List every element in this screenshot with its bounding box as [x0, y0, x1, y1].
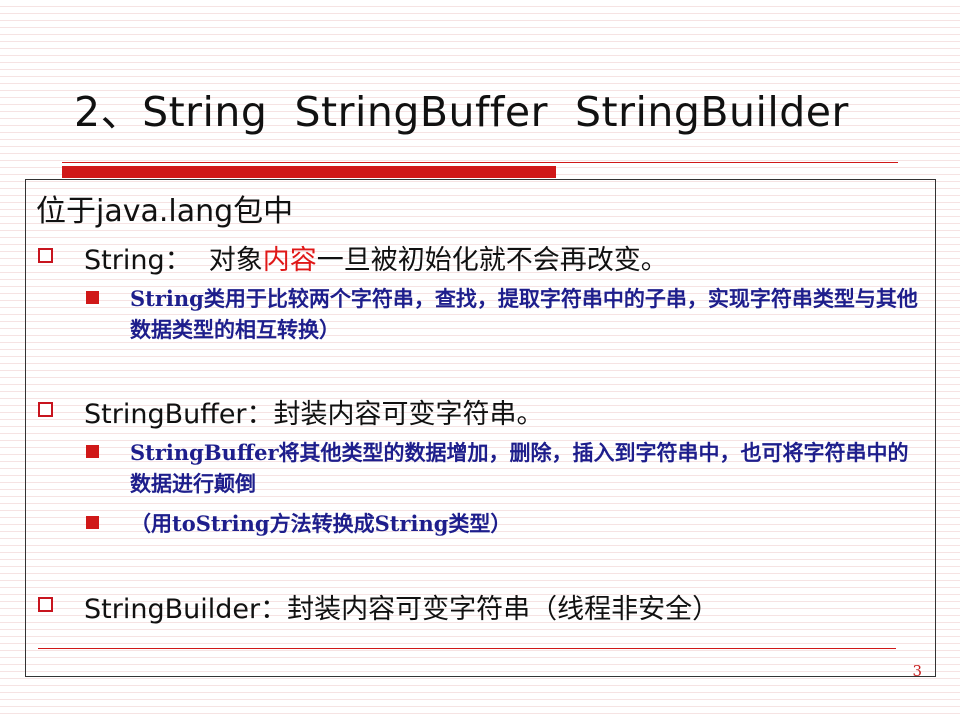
hollow-square-icon [38, 248, 53, 263]
filled-square-icon [86, 291, 99, 304]
bullet-stringbuilder-label: StringBuilder：封装内容可变字符串（线程非安全） [84, 594, 720, 625]
title-underline-thick [62, 166, 556, 178]
page-number: 3 [912, 662, 922, 680]
filled-square-icon [86, 516, 99, 529]
title-underline-thin [62, 162, 898, 163]
string-label-highlight: 内容 [262, 245, 317, 276]
bullet-stringbuffer-label: StringBuffer：封装内容可变字符串。 [84, 399, 544, 430]
sub-bullet-text: StringBuffer将其他类型的数据增加，删除，插入到字符串中，也可将字符串… [130, 440, 909, 496]
hollow-square-icon [38, 402, 53, 417]
hollow-square-icon [38, 597, 53, 612]
footer-divider [38, 648, 896, 649]
sub-bullet-text: （用toString方法转换成String类型） [130, 511, 512, 536]
bullet-string-label: String： 对象内容一旦被初始化就不会再改变。 [84, 238, 668, 277]
content-header: 位于java.lang包中 [36, 194, 294, 229]
filled-square-icon [86, 445, 99, 458]
sub-bullet-text: String类用于比较两个字符串，查找，提取字符串中的子串，实现字符串类型与其他… [130, 286, 918, 342]
string-label-post: 一旦被初始化就不会再改变。 [316, 245, 668, 276]
slide-title: 2、String StringBuffer StringBuilder [74, 88, 849, 136]
string-label-pre: String： 对象 [84, 245, 263, 276]
